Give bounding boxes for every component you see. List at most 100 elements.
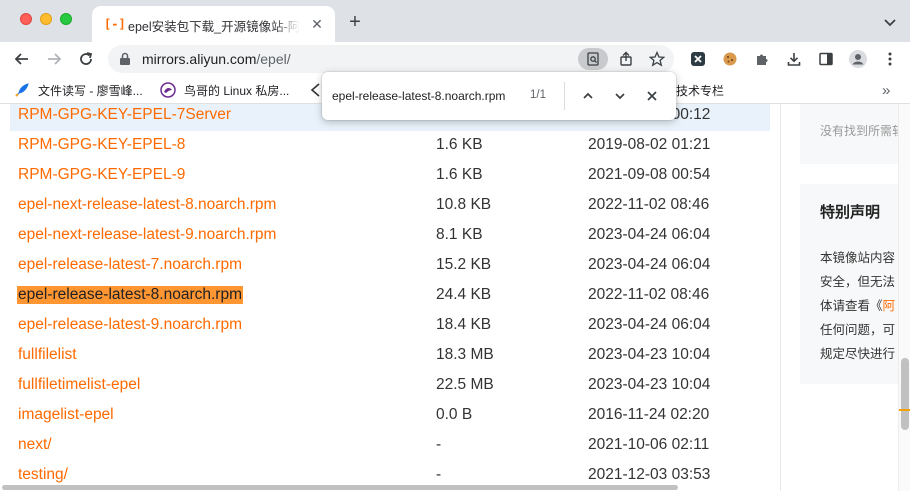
bookmark-label: 技术专栏 xyxy=(676,83,725,98)
tab-close-icon[interactable]: ✕ xyxy=(308,15,326,33)
file-date: 2023-04-23 10:04 xyxy=(588,376,711,393)
vertical-scrollbar[interactable] xyxy=(898,104,910,491)
lock-icon[interactable] xyxy=(118,52,132,66)
table-row: next/ - 2021-10-06 02:11 xyxy=(10,431,770,461)
tab-strip: [-] epel安装包下载_开源镜像站-阿里云 ✕ + xyxy=(0,0,910,42)
notice-line: 安全，但无法 xyxy=(820,275,896,289)
search-result-card: 没有找到所需软件？ xyxy=(800,104,910,164)
find-in-page-icon[interactable] xyxy=(578,48,608,70)
bookmark-item-liaoxuefeng[interactable]: 文件读写 - 廖雪峰... xyxy=(14,81,143,99)
address-bar[interactable]: mirrors.aliyun.com/epel/ xyxy=(108,45,674,73)
horizontal-scrollbar[interactable] xyxy=(0,484,898,491)
bookmark-label: 文件读写 - 廖雪峰... xyxy=(38,83,143,98)
bookmark-item-niaoge[interactable]: 鸟哥的 Linux 私房... xyxy=(160,81,289,99)
vertical-scrollbar-thumb[interactable] xyxy=(901,358,909,430)
file-size: 1.6 KB xyxy=(436,136,483,153)
file-link[interactable]: testing/ xyxy=(18,466,68,484)
table-row: fullfilelist 18.3 MB 2023-04-23 10:04 xyxy=(10,341,770,371)
file-size: 0.0 B xyxy=(436,406,473,423)
table-row: epel-release-latest-7.noarch.rpm 15.2 KB 2… xyxy=(10,251,770,281)
find-input[interactable]: epel-release-latest-8.noarch.rpm xyxy=(332,86,532,106)
table-row: epel-release-latest-9.noarch.rpm 18.4 KB 2… xyxy=(10,311,770,341)
file-link[interactable]: imagelist-epel xyxy=(18,406,114,424)
find-next-chevron-down-icon[interactable] xyxy=(609,85,631,107)
notice-link[interactable]: 阿 xyxy=(883,299,896,313)
close-window-button[interactable] xyxy=(20,13,32,25)
url-host: mirrors.aliyun.com xyxy=(142,51,257,67)
menu-kebab-icon[interactable] xyxy=(878,47,902,71)
back-arrow-icon[interactable] xyxy=(10,47,34,71)
file-size: - xyxy=(436,436,442,453)
url-text[interactable]: mirrors.aliyun.com/epel/ xyxy=(142,51,291,67)
tab-search-chevron-icon[interactable] xyxy=(880,12,900,32)
file-size: 18.4 KB xyxy=(436,316,492,333)
cookie-extension-icon[interactable] xyxy=(718,47,742,71)
file-link[interactable]: RPM-GPG-KEY-EPEL-7Server xyxy=(18,106,231,124)
file-date: 2016-11-24 02:20 xyxy=(588,406,710,423)
table-row: epel-release-latest-8.noarch.rpm 24.4 KB 2… xyxy=(10,281,770,311)
side-panel-icon[interactable] xyxy=(814,47,838,71)
share-icon[interactable] xyxy=(614,47,638,71)
new-tab-button[interactable]: + xyxy=(344,11,366,33)
reload-icon[interactable] xyxy=(74,47,98,71)
browser-window: [-] epel安装包下载_开源镜像站-阿里云 ✕ + mirrors.aliy… xyxy=(0,0,910,491)
file-date: 2021-09-08 00:54 xyxy=(588,166,711,183)
file-link[interactable]: fullfiletimelist-epel xyxy=(18,376,140,394)
file-link[interactable]: epel-release-latest-9.noarch.rpm xyxy=(18,316,242,334)
notice-line-text: 体请查看《 xyxy=(820,299,883,313)
tab-title: epel安装包下载_开源镜像站-阿里云 xyxy=(128,20,300,34)
horizontal-scrollbar-thumb[interactable] xyxy=(2,485,678,490)
table-row: epel-next-release-latest-8.noarch.rpm 10.… xyxy=(10,191,770,221)
notice-line: 体请查看《阿 xyxy=(820,295,895,314)
profile-avatar-icon[interactable] xyxy=(846,47,870,71)
file-date: 2023-04-24 06:04 xyxy=(588,226,711,243)
extensions-puzzle-icon[interactable] xyxy=(750,47,774,71)
table-row: RPM-GPG-KEY-EPEL-8 1.6 KB 2019-08-02 01:21 xyxy=(10,131,770,161)
file-link[interactable]: epel-release-latest-8.noarch.rpm xyxy=(17,286,243,304)
forward-arrow-icon[interactable] xyxy=(42,47,66,71)
table-row: epel-next-release-latest-9.noarch.rpm 8.1… xyxy=(10,221,770,251)
file-date: 2023-04-24 06:04 xyxy=(588,256,711,273)
file-listing: RPM-GPG-KEY-EPEL-7Server1.6 KB2019-08-04… xyxy=(10,104,770,491)
rocket-icon xyxy=(14,82,30,98)
notice-line: 规定尽快进行 xyxy=(820,347,896,361)
bookmark-item-tech-column[interactable]: 技术专栏 xyxy=(676,81,724,99)
file-link[interactable]: RPM-GPG-KEY-EPEL-8 xyxy=(18,136,185,154)
table-row: imagelist-epel 0.0 B 2016-11-24 02:20 xyxy=(10,401,770,431)
file-date: 2022-11-02 08:46 xyxy=(588,286,710,303)
extension-x-icon[interactable] xyxy=(686,47,710,71)
file-link[interactable]: fullfilelist xyxy=(18,346,77,364)
file-size: - xyxy=(436,466,442,483)
zoom-window-button[interactable] xyxy=(60,13,72,25)
file-link[interactable]: epel-release-latest-7.noarch.rpm xyxy=(18,256,242,274)
bookmarks-overflow-chevron[interactable]: » xyxy=(882,81,890,99)
find-close-icon[interactable] xyxy=(641,85,663,107)
table-row: RPM-GPG-KEY-EPEL-9 1.6 KB 2021-09-08 00:54 xyxy=(10,161,770,191)
bird-icon xyxy=(160,82,176,98)
file-date: 2021-10-06 02:11 xyxy=(588,436,710,453)
table-row: fullfiletimelist-epel 22.5 MB 2023-04-23 1… xyxy=(10,371,770,401)
tab-active[interactable]: [-] epel安装包下载_开源镜像站-阿里云 ✕ xyxy=(92,6,335,42)
file-link[interactable]: next/ xyxy=(18,436,52,454)
no-result-text: 没有找到所需软件？ xyxy=(820,124,910,138)
file-size: 18.3 MB xyxy=(436,346,494,363)
bookmark-star-icon[interactable] xyxy=(645,47,669,71)
file-size: 8.1 KB xyxy=(436,226,483,243)
file-link[interactable]: epel-next-release-latest-9.noarch.rpm xyxy=(18,226,276,244)
file-link[interactable]: RPM-GPG-KEY-EPEL-9 xyxy=(18,166,185,184)
file-date: 2021-12-03 03:53 xyxy=(588,466,711,483)
minimize-window-button[interactable] xyxy=(40,13,52,25)
page-content: RPM-GPG-KEY-EPEL-7Server1.6 KB2019-08-04… xyxy=(0,104,910,491)
notice-title: 特别声明 xyxy=(820,204,881,221)
file-date: 2019-08-02 01:21 xyxy=(588,136,711,153)
file-date: 2023-04-23 10:04 xyxy=(588,346,711,363)
download-icon[interactable] xyxy=(782,47,806,71)
file-size: 24.4 KB xyxy=(436,286,492,303)
file-date: 2023-04-24 06:04 xyxy=(588,316,711,333)
find-match-marker xyxy=(899,409,910,411)
file-link[interactable]: epel-next-release-latest-8.noarch.rpm xyxy=(18,196,276,214)
aliyun-icon: [-] xyxy=(104,17,126,31)
file-date: 2022-11-02 08:46 xyxy=(588,196,710,213)
find-previous-chevron-up-icon[interactable] xyxy=(577,85,599,107)
notice-line: 本镜像站内容 xyxy=(820,251,896,265)
